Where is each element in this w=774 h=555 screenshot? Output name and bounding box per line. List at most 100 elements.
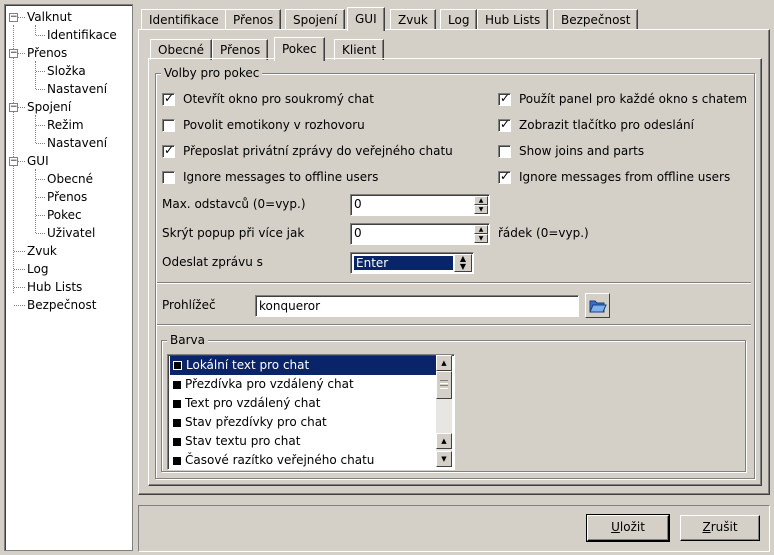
tree-item[interactable]: Pokec <box>47 207 82 223</box>
tree-item[interactable]: GUI <box>27 153 49 169</box>
list-scrollbar[interactable]: ▲ ▲ ▼ <box>436 355 452 467</box>
max-paragraphs-spinbox[interactable]: 0 ▲ ▼ <box>350 194 490 216</box>
tab-top-3[interactable]: GUI <box>347 7 385 31</box>
spin-up-icon[interactable]: ▲ <box>474 225 488 234</box>
tree-line <box>14 287 25 288</box>
tab-sub-3[interactable]: Klient <box>334 39 385 60</box>
tab-sub-2[interactable]: Pokec <box>274 37 325 61</box>
list-item[interactable]: Stav přezdívky pro chat <box>170 413 436 432</box>
tree-line <box>36 89 45 90</box>
spin-down-icon[interactable]: ▼ <box>474 205 488 214</box>
list-item[interactable]: Lokální text pro chat <box>170 356 436 375</box>
color-list[interactable]: Lokální text pro chat Přezdívka pro vzdál… <box>167 354 455 470</box>
separator <box>157 324 751 326</box>
collapse-icon[interactable]: − <box>9 49 18 58</box>
collapse-icon[interactable]: − <box>9 157 18 166</box>
send-message-value: Enter <box>354 256 453 270</box>
hide-popup-spinbox[interactable]: 0 ▲ ▼ <box>350 223 490 245</box>
browser-input[interactable]: konqueror <box>255 295 579 317</box>
spin-down-icon[interactable]: ▼ <box>474 234 488 243</box>
list-item[interactable]: Text pro vzdálený chat <box>170 394 436 413</box>
checkbox-box[interactable]: ✓ <box>498 91 511 106</box>
cancel-button[interactable]: Zrušit <box>680 515 760 541</box>
scroll-down-icon[interactable]: ▼ <box>436 451 452 467</box>
checkbox-box[interactable] <box>162 170 175 184</box>
tab-top-0[interactable]: Identifikace <box>141 9 227 30</box>
tree-item[interactable]: Valknut <box>27 9 72 25</box>
checkbox-label: Použít panel pro každé okno s chatem <box>519 92 748 106</box>
checkbox-box[interactable]: ✓ <box>162 91 175 106</box>
tree-item[interactable]: Identifikace <box>47 27 117 43</box>
list-item-label: Lokální text pro chat <box>186 358 310 372</box>
tree-item[interactable]: Režim <box>47 117 84 133</box>
scroll-up-icon[interactable]: ▲ <box>436 355 452 371</box>
tree-item-label: Obecné <box>47 172 94 186</box>
checkbox-box[interactable] <box>162 118 175 132</box>
tree-item-label: Valknut <box>27 10 72 24</box>
checkbox-label: Povolit emotikony v rozhovoru <box>183 118 365 132</box>
tree-item[interactable]: Log <box>27 261 48 277</box>
tree-line <box>35 115 36 143</box>
list-item[interactable]: Časové razítko veřejného chatu <box>170 451 436 469</box>
tree-line <box>36 215 45 216</box>
tree-item-label: Spojení <box>27 100 72 114</box>
save-button[interactable]: Uložit <box>586 514 670 542</box>
collapse-icon[interactable]: − <box>9 13 18 22</box>
tree-line <box>36 179 45 180</box>
checkbox-left-0[interactable]: ✓ Otevřít okno pro soukromý chat <box>162 91 374 107</box>
send-message-label: Odeslat zprávu s <box>162 255 263 269</box>
browse-folder-button[interactable] <box>585 293 610 318</box>
tab-top-1[interactable]: Přenos <box>225 9 282 30</box>
tree-item[interactable]: Složka <box>47 63 86 79</box>
tree-line <box>14 251 25 252</box>
tree-item[interactable]: Hub Lists <box>27 279 82 295</box>
tab-sub-0[interactable]: Obecné <box>150 39 213 60</box>
scroll-thumb[interactable] <box>436 371 452 399</box>
folder-open-icon <box>589 300 607 313</box>
color-swatch <box>173 456 181 465</box>
list-item[interactable]: Stav textu pro chat <box>170 432 436 451</box>
tab-top-4[interactable]: Zvuk <box>390 9 436 30</box>
checkbox-box[interactable]: ✓ <box>498 117 511 132</box>
tree-item[interactable]: Přenos <box>27 45 67 61</box>
scroll-up-icon[interactable]: ▲ <box>436 433 452 449</box>
send-message-combo[interactable]: Enter ▲ ▼ <box>350 252 474 274</box>
color-swatch <box>173 361 182 370</box>
checkbox-right-2[interactable]: Show joins and parts <box>498 143 644 159</box>
collapse-icon[interactable]: − <box>9 103 18 112</box>
tab-top-7[interactable]: Bezpečnost <box>553 9 639 30</box>
list-item-label: Přezdívka pro vzdálený chat <box>185 377 354 391</box>
checkbox-right-3[interactable]: ✓ Ignore messages from offline users <box>498 169 730 185</box>
tab-sub-1[interactable]: Přenos <box>212 39 269 60</box>
cancel-label: rušit <box>710 520 738 534</box>
checkbox-box[interactable] <box>498 144 511 158</box>
tree-item[interactable]: Zvuk <box>27 243 57 259</box>
tree-item[interactable]: Spojení <box>27 99 71 115</box>
tree-item[interactable]: Nastavení <box>47 81 107 97</box>
tree-line <box>14 269 25 270</box>
tree-item-label: Pokec <box>47 208 82 222</box>
tab-top-6[interactable]: Hub Lists <box>477 9 549 30</box>
checkbox-box[interactable]: ✓ <box>162 143 175 158</box>
tree-item[interactable]: Přenos <box>47 189 87 205</box>
tab-top-2[interactable]: Spojení <box>285 9 346 30</box>
tree-item[interactable]: Obecné <box>47 171 93 187</box>
list-item-label: Časové razítko veřejného chatu <box>185 453 375 467</box>
checkbox-right-0[interactable]: ✓ Použít panel pro každé okno s chatem <box>498 91 747 107</box>
settings-tree[interactable]: Valknut − Identifikace Přenos − Složka Nastave… <box>4 4 133 551</box>
tree-item[interactable]: Uživatel <box>47 225 95 241</box>
tab-top-5[interactable]: Log <box>440 9 478 30</box>
checkbox-right-1[interactable]: ✓ Zobrazit tlačítko pro odeslání <box>498 117 694 133</box>
cancel-accel: Z <box>702 520 711 534</box>
updown-arrow-icon[interactable]: ▲ ▼ <box>454 254 472 272</box>
tree-item[interactable]: Bezpečnost <box>27 297 96 313</box>
spin-up-icon[interactable]: ▲ <box>474 196 488 205</box>
hide-popup-suffix: řádek (0=vyp.) <box>498 226 589 240</box>
chat-options-title: Volby pro pokec <box>161 66 263 80</box>
list-item[interactable]: Přezdívka pro vzdálený chat <box>170 375 436 394</box>
tree-item[interactable]: Nastavení <box>47 135 107 151</box>
checkbox-left-1[interactable]: Povolit emotikony v rozhovoru <box>162 117 365 133</box>
checkbox-box[interactable]: ✓ <box>498 169 511 184</box>
checkbox-left-3[interactable]: Ignore messages to offline users <box>162 169 378 185</box>
checkbox-left-2[interactable]: ✓ Přeposlat privátní zprávy do veřejného … <box>162 143 453 159</box>
